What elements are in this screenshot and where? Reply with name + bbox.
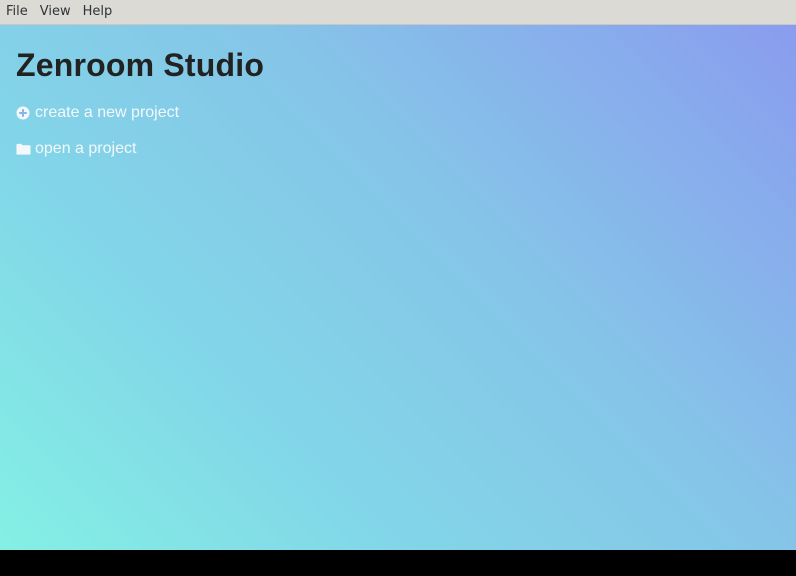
create-project-link[interactable]: create a new project: [16, 104, 179, 122]
main-content: Zenroom Studio create a new project open…: [0, 25, 796, 550]
menu-bar: File View Help: [0, 0, 796, 25]
create-project-label: create a new project: [35, 104, 180, 121]
folder-icon: [16, 142, 31, 157]
open-project-link[interactable]: open a project: [16, 140, 136, 158]
menu-file[interactable]: File: [0, 0, 34, 24]
page-title: Zenroom Studio: [16, 47, 265, 83]
menu-help[interactable]: Help: [77, 0, 119, 24]
plus-circle-icon: [16, 106, 31, 121]
menu-view[interactable]: View: [34, 0, 77, 24]
bottom-strip: [0, 550, 796, 576]
open-project-label: open a project: [35, 140, 137, 157]
